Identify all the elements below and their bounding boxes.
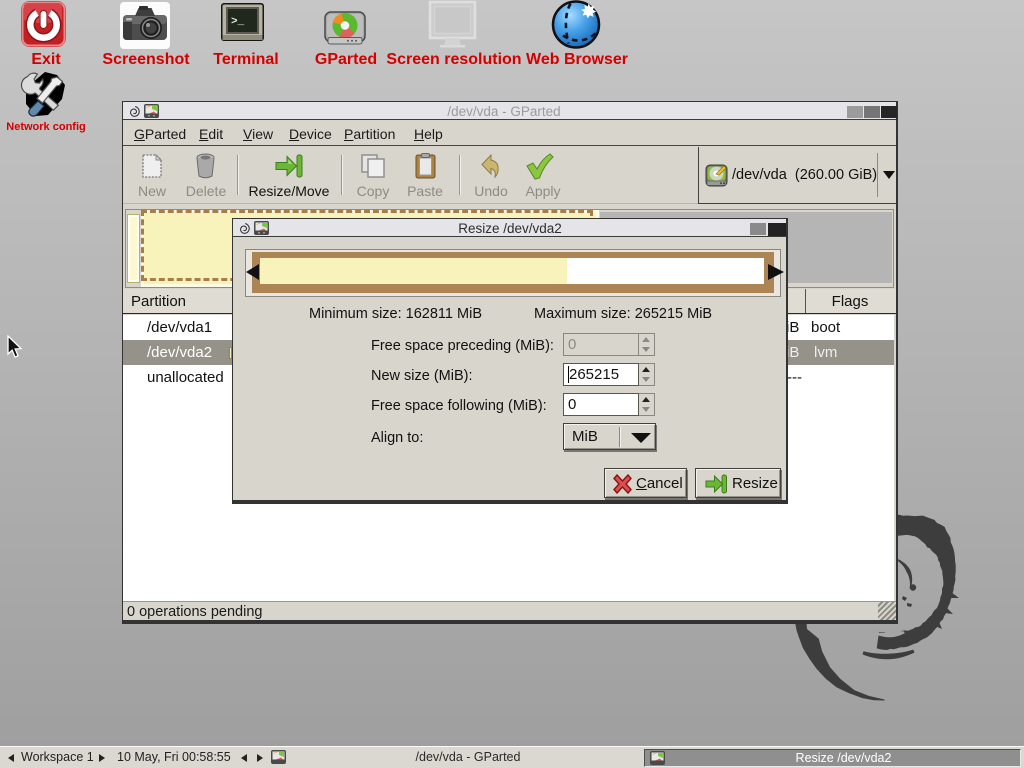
svg-text:>_: >_ [231,16,245,28]
